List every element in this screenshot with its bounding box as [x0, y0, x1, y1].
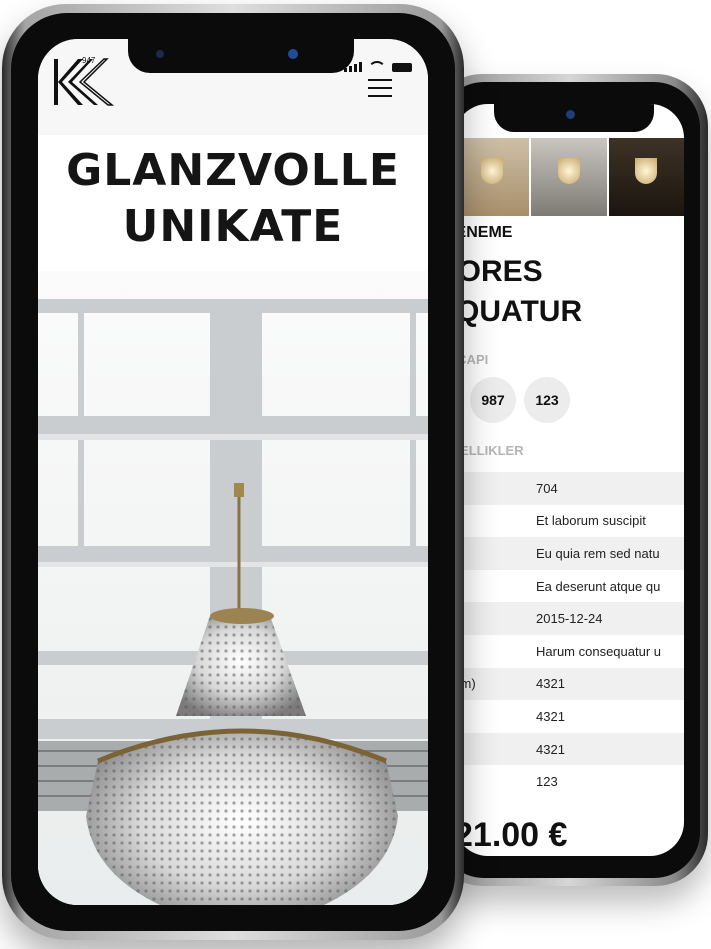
specs-table: 704 Et laborum suscipit Eu quia rem sed … — [454, 472, 684, 798]
sensor-icon — [156, 50, 164, 58]
size-chip[interactable]: 987 — [470, 377, 516, 423]
size-options: 21 987 123 — [454, 377, 684, 423]
headline-line: UNIKATE — [122, 201, 344, 252]
table-row: Ea deserunt atque qu — [454, 570, 684, 603]
product-title: OLORES SEQUATUR — [454, 252, 684, 332]
back-phone-frame: DENEME OLORES SEQUATUR ÜRÜN ÇAPI 21 987 … — [430, 74, 708, 886]
hero-headline: GLANZVOLLE UNIKATE — [38, 135, 428, 271]
product-detail-screen: DENEME OLORES SEQUATUR ÜRÜN ÇAPI 21 987 … — [454, 104, 684, 856]
gallery-thumb[interactable] — [531, 138, 607, 216]
specs-section-label: NIK ÖZELLIKLER — [454, 443, 524, 458]
spec-value: 4321 — [536, 741, 565, 757]
camera-icon — [288, 49, 298, 59]
product-title-line: SEQUATUR — [454, 295, 583, 328]
gallery-thumb[interactable] — [454, 138, 530, 216]
front-notch — [128, 39, 354, 73]
front-phone-frame: 947 GLANZVOLLE UNIKATE — [2, 4, 464, 940]
spec-value: 123 — [536, 774, 558, 790]
table-row: 123 — [454, 765, 684, 798]
spec-value: 704 — [536, 480, 558, 496]
chandelier-icon — [557, 158, 580, 184]
chandelier-icon — [480, 158, 503, 184]
table-row: 704 — [454, 472, 684, 505]
gallery-thumb[interactable] — [608, 138, 684, 216]
back-phone-bezel: DENEME OLORES SEQUATUR ÜRÜN ÇAPI 21 987 … — [438, 82, 700, 878]
front-phone-bezel: 947 GLANZVOLLE UNIKATE — [11, 13, 455, 931]
headline-line: GLANZVOLLE — [66, 145, 400, 196]
product-info: DENEME OLORES SEQUATUR ÜRÜN ÇAPI 21 987 … — [454, 224, 684, 855]
product-gallery[interactable] — [454, 138, 684, 216]
spec-value: Harum consequatur u — [536, 643, 662, 659]
spec-value: Eu quia rem sed natu — [536, 545, 660, 561]
spec-value: 4321 — [536, 708, 565, 724]
menu-icon[interactable] — [368, 79, 392, 103]
breadcrumb[interactable]: DENEME — [454, 224, 684, 242]
spec-value: Ea deserunt atque qu — [536, 578, 661, 594]
product-title-line: OLORES — [454, 255, 543, 288]
hero-image — [38, 271, 428, 905]
spec-value: 2015-12-24 — [536, 611, 603, 627]
battery-icon — [392, 62, 412, 72]
camera-icon — [566, 110, 575, 119]
table-row: Eu quia rem sed natu — [454, 537, 684, 570]
chandelier-photo — [38, 271, 428, 905]
table-row: 4321 — [454, 732, 684, 766]
signal-icon — [344, 62, 362, 72]
wifi-icon — [368, 61, 386, 73]
logo-label: 947 — [82, 56, 96, 65]
size-chip[interactable]: 123 — [524, 377, 570, 423]
chandelier-icon — [635, 158, 658, 184]
spec-value: 4321 — [536, 676, 565, 692]
table-row: 2015-12-24 — [454, 602, 684, 635]
size-section-label: ÜRÜN ÇAPI — [454, 352, 489, 367]
table-row: cm) 4321 — [454, 667, 684, 701]
home-screen: 947 GLANZVOLLE UNIKATE — [38, 39, 428, 905]
table-row: Harum consequatur u — [454, 635, 684, 668]
status-bar — [344, 61, 412, 73]
back-notch — [494, 104, 654, 132]
table-row: )4321 — [454, 700, 684, 733]
spec-value: Et laborum suscipit — [536, 513, 646, 529]
product-price: 21.00 € — [454, 815, 568, 854]
table-row: Et laborum suscipit — [454, 505, 684, 538]
